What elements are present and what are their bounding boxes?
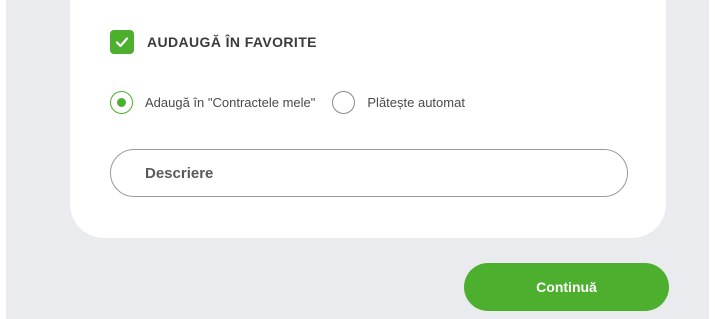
favorites-checkbox[interactable] xyxy=(110,29,134,54)
radio-my-contracts-label[interactable]: Adaugă în "Contractele mele" xyxy=(145,95,315,110)
description-input[interactable] xyxy=(110,149,628,197)
checkmark-icon xyxy=(115,36,129,47)
radio-autopay[interactable] xyxy=(332,90,356,114)
continue-button[interactable]: Continuă xyxy=(464,263,669,311)
radio-autopay-label[interactable]: Plătește automat xyxy=(367,95,465,110)
add-to-favorites-row[interactable]: AUDAUGĂ ÎN FAVORITE xyxy=(110,29,317,54)
radio-my-contracts[interactable] xyxy=(110,90,133,114)
favorites-label: AUDAUGĂ ÎN FAVORITE xyxy=(147,33,317,50)
favorites-options: Adaugă în "Contractele mele" Plătește au… xyxy=(110,89,465,115)
radio-selected-dot xyxy=(117,97,126,107)
